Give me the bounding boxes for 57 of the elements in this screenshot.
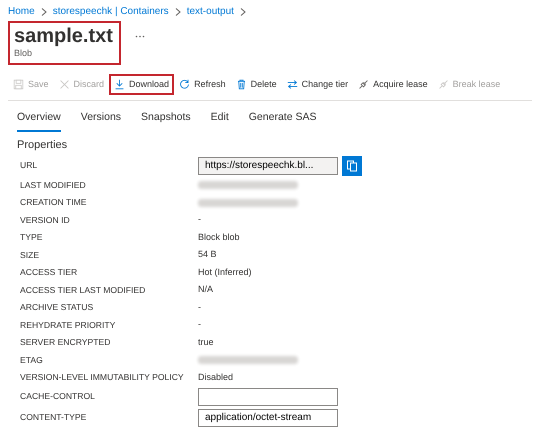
toolbar-button[interactable]: Refresh (174, 74, 231, 95)
tab[interactable]: Generate SAS (248, 107, 316, 132)
section-heading: Properties (17, 138, 68, 153)
breadcrumb-link[interactable]: Home (8, 4, 35, 19)
toolbar-button[interactable]: Download (109, 74, 174, 95)
chevron-icon (240, 8, 246, 16)
text-input-field[interactable]: application/octet-stream (198, 408, 338, 427)
tab[interactable]: Overview (17, 107, 61, 132)
breadcrumb-link[interactable]: storespeechk | Containers (52, 4, 169, 19)
chain-link-icon (358, 78, 370, 90)
property-label: TYPE (20, 231, 44, 244)
property-label: ETAG (20, 354, 44, 366)
property-label: URL (20, 159, 38, 172)
text-input-field[interactable] (198, 388, 338, 406)
swap-arrows-icon (286, 78, 298, 90)
property-value: Block blob (198, 230, 240, 244)
trash-icon (236, 78, 247, 90)
property-value: 54 B (198, 248, 217, 262)
refresh-icon (179, 78, 190, 90)
property-label: ACCESS TIER (20, 266, 78, 279)
more-icon[interactable] (134, 35, 145, 38)
property-value: Disabled (198, 370, 234, 384)
property-label: VERSION-LEVEL IMMUTABILITY POLICY (20, 371, 185, 384)
chevron-icon (40, 8, 47, 16)
property-value: - (198, 318, 201, 332)
chain-link-icon (438, 78, 449, 90)
tab[interactable]: Edit (210, 107, 229, 132)
save-icon (13, 78, 24, 90)
property-value: true (198, 336, 214, 349)
tab[interactable]: Snapshots (141, 107, 191, 132)
property-label: SERVER ENCRYPTED (20, 336, 112, 349)
property-label: SIZE (20, 248, 40, 262)
close-icon (58, 78, 70, 90)
download-icon (114, 78, 126, 90)
toolbar-button[interactable]: Delete (230, 74, 282, 95)
property-value: N/A (198, 283, 214, 296)
property-label: CONTENT-TYPE (20, 411, 88, 424)
chevron-icon (174, 8, 181, 16)
copy-button[interactable] (342, 156, 362, 176)
page-title: sample.txt (14, 25, 113, 47)
url-field[interactable]: https://storespeechk.bl... (198, 156, 338, 175)
toolbar-button[interactable]: Change tier (282, 74, 354, 95)
copy-icon (346, 160, 358, 172)
property-label: VERSION ID (20, 214, 71, 226)
page-subtitle: Blob (14, 47, 34, 60)
property-label: ARCHIVE STATUS (20, 301, 94, 314)
breadcrumb-link[interactable]: text-output (186, 4, 234, 19)
property-value: - (198, 213, 201, 226)
property-label: REHYDRATE PRIORITY (20, 318, 116, 332)
property-label: CACHE-CONTROL (20, 390, 96, 404)
property-value: - (198, 300, 201, 314)
property-value: Hot (Inferred) (198, 266, 252, 279)
toolbar-button[interactable]: Acquire lease (353, 74, 433, 95)
property-label: LAST MODIFIED (20, 178, 87, 192)
property-label: CREATION TIME (20, 196, 88, 209)
property-label: ACCESS TIER LAST MODIFIED (20, 284, 146, 296)
tab[interactable]: Versions (80, 107, 122, 132)
